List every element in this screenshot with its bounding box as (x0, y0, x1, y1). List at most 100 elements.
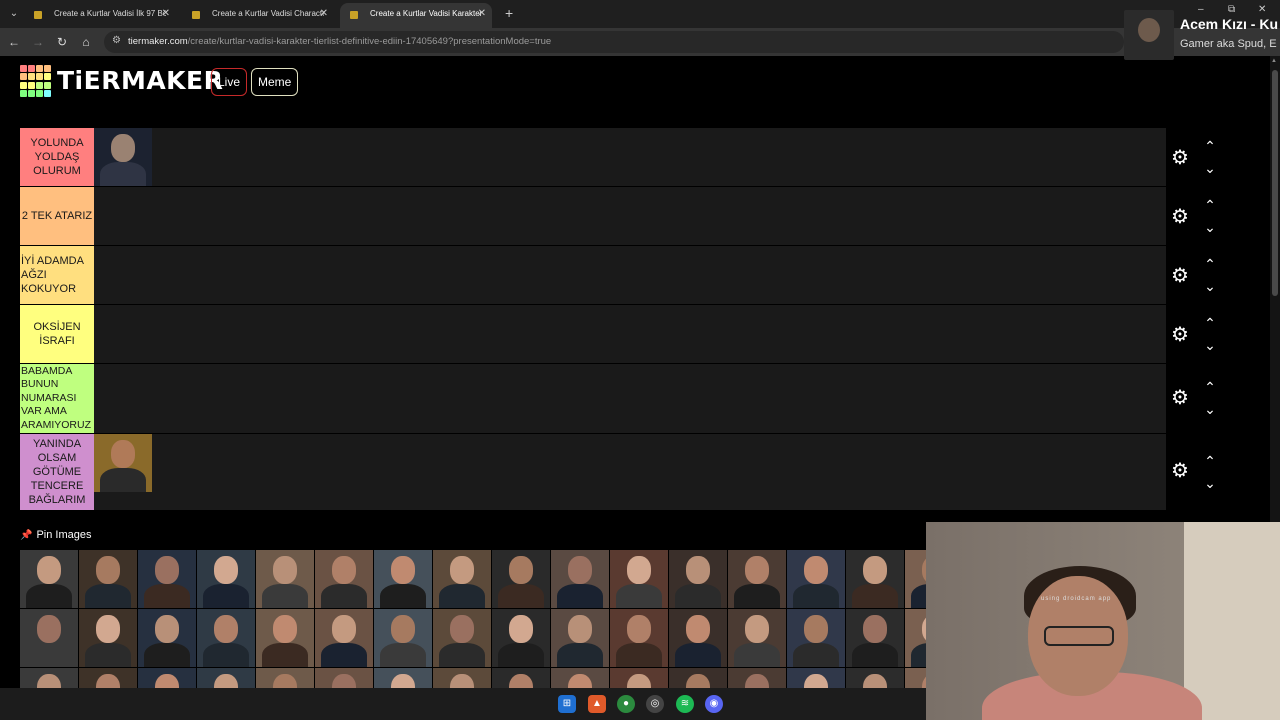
character-image[interactable] (610, 609, 668, 667)
character-image[interactable] (846, 609, 904, 667)
chevron-up-icon[interactable]: ⌃ (1200, 257, 1220, 271)
gear-icon[interactable]: ⚙ (1170, 388, 1190, 408)
character-image[interactable] (551, 550, 609, 608)
close-icon[interactable]: ✕ (478, 3, 486, 25)
close-icon[interactable]: ✕ (162, 3, 170, 25)
character-image[interactable] (728, 668, 786, 688)
tier-label[interactable]: BABAMDA BUNUN NUMARASI VAR AMA ARAMIYORU… (20, 364, 94, 433)
chevron-up-icon[interactable]: ⌃ (1200, 380, 1220, 394)
character-image[interactable] (728, 550, 786, 608)
character-image[interactable] (728, 609, 786, 667)
back-icon[interactable]: ← (6, 34, 22, 50)
chevron-down-icon[interactable]: ⌄ (1200, 402, 1220, 416)
character-image[interactable] (138, 668, 196, 688)
windows-start-icon[interactable]: ⊞ (558, 695, 576, 713)
character-image[interactable] (905, 668, 926, 688)
character-image[interactable] (433, 609, 491, 667)
character-image[interactable] (20, 668, 78, 688)
character-image[interactable] (197, 668, 255, 688)
browser-tab-active[interactable]: Create a Kurtlar Vadisi Karakter ✕ (340, 3, 492, 28)
character-image[interactable] (433, 668, 491, 688)
close-icon[interactable]: ✕ (320, 3, 328, 25)
character-image[interactable] (669, 550, 727, 608)
character-image[interactable] (20, 550, 78, 608)
live-button[interactable]: Live (211, 68, 248, 96)
tier-label[interactable]: YANINDA OLSAM GÖTÜME TENCERE BAĞLARIM (20, 434, 94, 510)
tier-label[interactable]: 2 TEK ATARIZ (20, 187, 94, 245)
character-image[interactable] (374, 668, 432, 688)
character-image[interactable] (197, 550, 255, 608)
site-info-icon[interactable]: ⚙ (112, 35, 121, 46)
tier-label[interactable]: OKSİJEN İSRAFI (20, 305, 94, 363)
character-image[interactable] (256, 609, 314, 667)
character-image[interactable] (610, 550, 668, 608)
chevron-up-icon[interactable]: ⌃ (1200, 139, 1220, 153)
new-tab-icon[interactable]: + (505, 5, 513, 21)
tier-controls: ⚙ ⌃ ⌄ (1170, 434, 1230, 510)
tier-label[interactable]: İYİ ADAMDA AĞZI KOKUYOR (20, 246, 94, 304)
chevron-up-icon[interactable]: ⌃ (1200, 316, 1220, 330)
character-image[interactable] (610, 668, 668, 688)
reload-icon[interactable]: ↻ (54, 34, 70, 50)
character-image[interactable] (94, 128, 152, 186)
character-image[interactable] (669, 609, 727, 667)
gear-icon[interactable]: ⚙ (1170, 461, 1190, 481)
character-image[interactable] (256, 550, 314, 608)
character-image[interactable] (79, 668, 137, 688)
character-image[interactable] (846, 550, 904, 608)
character-image[interactable] (79, 550, 137, 608)
character-image[interactable] (551, 668, 609, 688)
gear-icon[interactable]: ⚙ (1170, 207, 1190, 227)
chevron-down-icon[interactable]: ⌄ (1200, 220, 1220, 234)
browser-tab[interactable]: Create a Kurtlar Vadisi Characte ✕ (182, 3, 334, 28)
tab-search-icon[interactable]: ⌄ (6, 6, 22, 22)
character-image[interactable] (256, 668, 314, 688)
chevron-down-icon[interactable]: ⌄ (1200, 476, 1220, 490)
character-image[interactable] (374, 550, 432, 608)
character-image[interactable] (905, 550, 926, 608)
tier-label[interactable]: YOLUNDA YOLDAŞ OLURUM (20, 128, 94, 186)
chevron-down-icon[interactable]: ⌄ (1200, 279, 1220, 293)
obs-icon[interactable]: ◎ (646, 695, 664, 713)
character-image[interactable] (846, 668, 904, 688)
gear-icon[interactable]: ⚙ (1170, 148, 1190, 168)
character-image[interactable] (138, 609, 196, 667)
discord-icon[interactable]: ◉ (705, 695, 723, 713)
chevron-down-icon[interactable]: ⌄ (1200, 338, 1220, 352)
logo-grid-icon (20, 65, 52, 97)
character-image[interactable] (315, 609, 373, 667)
character-image[interactable] (492, 550, 550, 608)
gear-icon[interactable]: ⚙ (1170, 325, 1190, 345)
brave-browser-icon[interactable]: ▲ (588, 695, 606, 713)
gear-icon[interactable]: ⚙ (1170, 266, 1190, 286)
character-image[interactable] (20, 609, 78, 667)
address-bar[interactable]: ⚙ tiermaker.com/create/kurtlar-vadisi-ka… (104, 31, 1124, 53)
character-image[interactable] (315, 668, 373, 688)
character-image[interactable] (374, 609, 432, 667)
character-image[interactable] (669, 668, 727, 688)
character-image[interactable] (315, 550, 373, 608)
character-image[interactable] (197, 609, 255, 667)
character-image[interactable] (787, 609, 845, 667)
pin-images-toggle[interactable]: 📌 Pin Images (20, 529, 91, 541)
forward-icon[interactable]: → (30, 34, 46, 50)
character-image[interactable] (138, 550, 196, 608)
spotify-icon[interactable]: ≋ (676, 695, 694, 713)
character-image[interactable] (787, 668, 845, 688)
browser-tab[interactable]: Create a Kurtlar Vadisi İlk 97 Bö ✕ (24, 3, 176, 28)
character-image[interactable] (787, 550, 845, 608)
chevron-down-icon[interactable]: ⌄ (1200, 161, 1220, 175)
character-image[interactable] (551, 609, 609, 667)
chevron-up-icon[interactable]: ⌃ (1200, 198, 1220, 212)
character-image[interactable] (905, 609, 926, 667)
scroll-thumb[interactable] (1272, 70, 1278, 296)
character-image[interactable] (492, 668, 550, 688)
character-image[interactable] (79, 609, 137, 667)
meme-button[interactable]: Meme (251, 68, 299, 96)
home-icon[interactable]: ⌂ (78, 34, 94, 50)
chevron-up-icon[interactable]: ⌃ (1200, 454, 1220, 468)
chrome-icon[interactable]: ● (617, 695, 635, 713)
character-image[interactable] (433, 550, 491, 608)
character-image[interactable] (492, 609, 550, 667)
character-image[interactable] (94, 434, 152, 492)
